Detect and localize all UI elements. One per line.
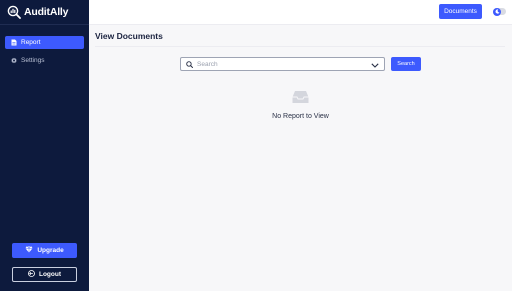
sidebar-item-label: Report: [21, 39, 41, 46]
search-placeholder: Search: [197, 60, 218, 68]
gear-icon: [11, 57, 17, 64]
moon-icon: [493, 7, 501, 16]
search-icon: [186, 55, 194, 73]
document-icon: [11, 39, 17, 46]
page-title: View Documents: [95, 31, 163, 41]
brand-name: AuditAlly: [24, 6, 69, 18]
logout-button[interactable]: Logout: [12, 267, 77, 282]
sidebar: AuditAlly Report Settings Upgrade Logout: [0, 0, 89, 291]
logo-magnifier-icon: [7, 5, 21, 19]
diamond-icon: [25, 246, 33, 255]
theme-toggle[interactable]: [493, 7, 506, 16]
inbox-icon: [292, 90, 309, 104]
title-divider: [95, 46, 505, 47]
upgrade-label: Upgrade: [37, 247, 64, 254]
empty-state-message: No Report to View: [272, 113, 329, 120]
logout-label: Logout: [38, 271, 62, 278]
search-button[interactable]: Search: [391, 57, 421, 71]
upgrade-button[interactable]: Upgrade: [12, 243, 77, 258]
sidebar-item-report[interactable]: Report: [5, 36, 84, 49]
brand-logo[interactable]: AuditAlly: [7, 5, 68, 19]
sidebar-divider: [0, 24, 89, 25]
logout-icon: [28, 270, 35, 279]
chevron-down-icon[interactable]: [371, 55, 379, 73]
sidebar-item-label: Settings: [21, 57, 45, 64]
search-input[interactable]: Search: [180, 57, 385, 71]
sidebar-item-settings[interactable]: Settings: [5, 54, 84, 67]
documents-button[interactable]: Documents: [439, 4, 482, 19]
